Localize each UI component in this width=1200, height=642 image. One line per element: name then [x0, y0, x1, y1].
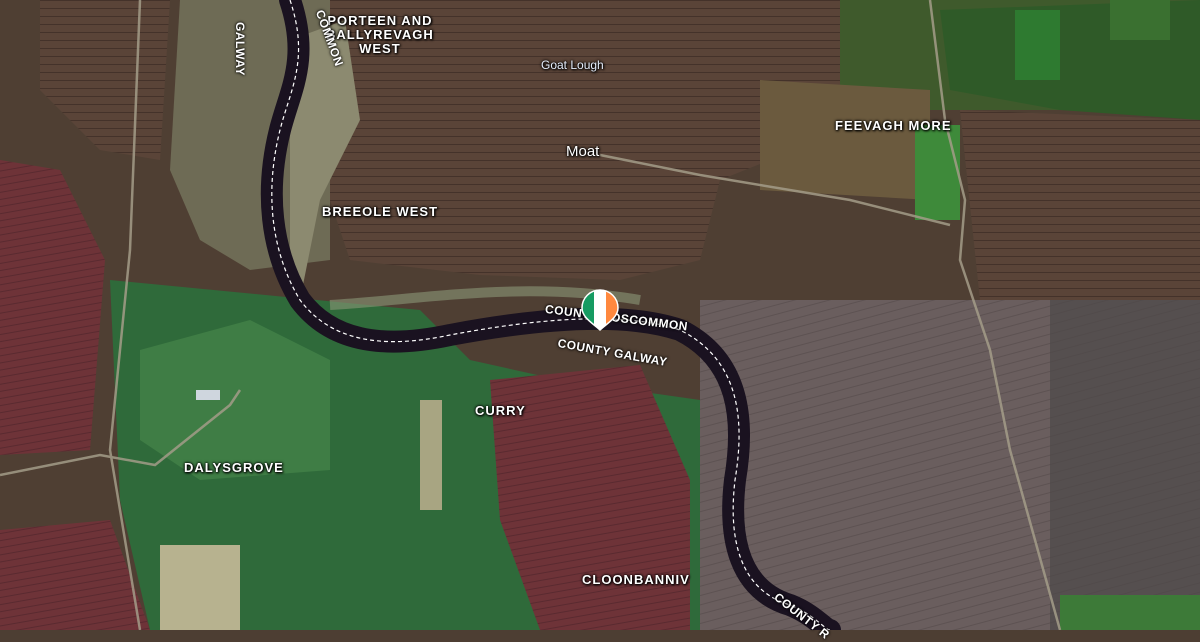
field-green-4 [1060, 595, 1200, 630]
farm-building [196, 390, 220, 400]
field-pale-1 [160, 545, 240, 630]
fields-feevagh [760, 80, 930, 200]
place-goat-lough: Goat Lough [541, 58, 604, 72]
border-label-galway-top: GALWAY [233, 22, 247, 76]
field-green-3 [915, 125, 960, 220]
place-cloonbanniv: CLOONBANNIV [582, 572, 690, 587]
place-porteen-line1: PORTEEN AND [327, 13, 433, 28]
place-moat: Moat [566, 143, 600, 160]
place-dalysgrove: DALYSGROVE [184, 460, 284, 475]
field-green-1 [1015, 10, 1060, 80]
place-breeole-west: BREEOLE WEST [322, 204, 439, 219]
place-porteen: PORTEEN AND BALLYREVAGH WEST [326, 14, 434, 56]
grey-bog-dark [1050, 300, 1200, 630]
place-porteen-line2: BALLYREVAGH [326, 27, 434, 42]
field-green-2 [1110, 0, 1170, 40]
peat-bog-east [960, 110, 1200, 300]
place-curry: CURRY [475, 403, 526, 418]
ireland-flag-pin-icon[interactable] [580, 288, 620, 332]
field-pale-2 [420, 400, 442, 510]
place-feevagh-more: FEEVAGH MORE [835, 118, 952, 133]
